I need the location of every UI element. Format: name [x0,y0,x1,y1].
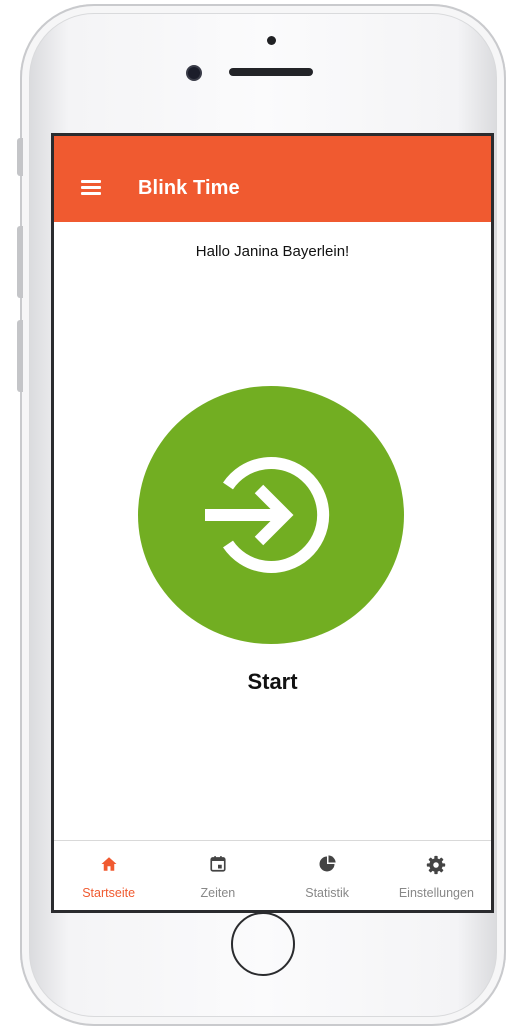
hamburger-menu-icon[interactable] [81,180,101,195]
tab-label: Statistik [305,886,349,900]
app-title: Blink Time [138,177,240,199]
start-label: Start [247,669,298,694]
gear-icon [427,855,446,875]
volume-down-button [17,320,23,392]
pie-chart-icon [319,855,336,872]
calendar-icon [210,856,226,872]
tab-label: Startseite [82,886,136,900]
tab-label: Einstellungen [398,886,474,900]
start-button[interactable] [138,386,404,644]
tab-label: Zeiten [200,886,236,900]
app-bar: Blink Time [54,136,491,222]
greeting-text: Hallo Janina Bayerlein! [195,243,350,260]
earpiece-speaker [229,68,313,76]
tab-einstellungen[interactable]: Einstellungen [382,841,491,910]
tab-statistik[interactable]: Statistik [273,841,382,910]
home-icon [101,857,117,871]
mute-switch [17,138,23,176]
tab-startseite[interactable]: Startseite [54,841,163,910]
login-arrow-icon [205,457,330,573]
tab-zeiten[interactable]: Zeiten [163,841,272,910]
front-camera [188,67,200,79]
sensor-dot [267,36,276,45]
bottom-tab-bar: Startseite Zeiten Statistik Einstellunge… [54,840,491,910]
home-button[interactable] [231,912,295,976]
volume-up-button [17,226,23,298]
app-screen: Blink Time Hallo Janina Bayerlein! Start… [51,133,494,913]
